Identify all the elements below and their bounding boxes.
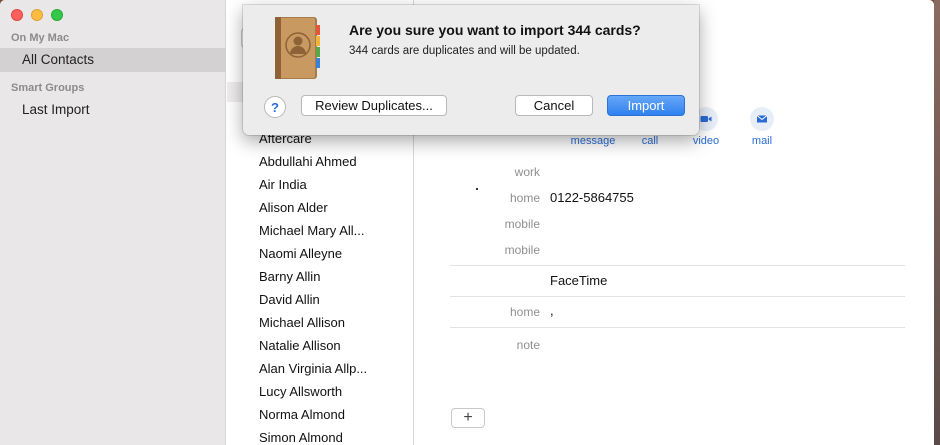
contact-row[interactable]: Norma Almond: [259, 406, 345, 424]
contact-row[interactable]: Barny Allin: [259, 268, 320, 286]
sidebar: On My Mac All Contacts Smart Groups Last…: [0, 0, 226, 445]
contact-row[interactable]: Naomi Alleyne: [259, 245, 342, 263]
section-divider: [450, 296, 905, 297]
contact-row[interactable]: Air India: [259, 176, 307, 194]
home-phone-label: home: [509, 191, 540, 205]
sidebar-item-last-import[interactable]: Last Import: [0, 98, 226, 122]
contacts-book-icon: [275, 17, 320, 79]
video-action-label: video: [692, 135, 720, 147]
mail-action[interactable]: mail: [732, 107, 792, 147]
contact-row[interactable]: Lucy Allsworth: [259, 383, 342, 401]
facetime-value[interactable]: FaceTime: [550, 273, 607, 288]
help-button[interactable]: ?: [264, 96, 286, 118]
mail-action-label: mail: [751, 135, 773, 147]
home-phone-value[interactable]: 0122-5864755: [550, 190, 634, 205]
close-window-button[interactable]: [11, 9, 23, 21]
cancel-button[interactable]: Cancel: [515, 95, 593, 116]
desktop-background: [934, 0, 940, 445]
contact-row[interactable]: Natalie Allison: [259, 337, 341, 355]
home-address-label: home: [509, 305, 540, 319]
contact-row[interactable]: Alan Virginia Allp...: [259, 360, 367, 378]
contact-row[interactable]: Simon Almond: [259, 429, 343, 445]
contact-row[interactable]: Alison Alder: [259, 199, 328, 217]
section-divider: [450, 327, 905, 328]
zoom-window-button[interactable]: [51, 9, 63, 21]
import-confirmation-dialog: Are you sure you want to import 344 card…: [243, 5, 699, 135]
sidebar-item-all-contacts[interactable]: All Contacts: [0, 48, 226, 72]
minimize-window-button[interactable]: [31, 9, 43, 21]
message-action-label: message: [570, 135, 616, 147]
sidebar-section-on-my-mac: On My Mac: [11, 32, 70, 44]
import-button[interactable]: Import: [607, 95, 685, 116]
contact-row[interactable]: Michael Mary All...: [259, 222, 364, 240]
mobile-phone-label-2: mobile: [504, 243, 540, 257]
mail-icon: [750, 107, 774, 131]
contact-row[interactable]: Abdullahi Ahmed: [259, 153, 357, 171]
section-divider: [450, 265, 905, 266]
review-duplicates-button[interactable]: Review Duplicates...: [301, 95, 447, 116]
work-phone-label: work: [514, 165, 540, 179]
dialog-title: Are you sure you want to import 344 card…: [349, 22, 641, 38]
add-field-button[interactable]: +: [451, 408, 485, 428]
stray-dot: [476, 188, 478, 190]
dialog-message: 344 cards are duplicates and will be upd…: [349, 45, 580, 57]
contact-row[interactable]: David Allin: [259, 291, 320, 309]
note-label: note: [516, 338, 540, 352]
mobile-phone-label: mobile: [504, 217, 540, 231]
contact-row[interactable]: Michael Allison: [259, 314, 345, 332]
window-controls: [11, 9, 63, 21]
sidebar-section-smart-groups: Smart Groups: [11, 82, 85, 94]
home-address-value[interactable]: ,: [550, 303, 554, 318]
call-action-label: call: [641, 135, 659, 147]
